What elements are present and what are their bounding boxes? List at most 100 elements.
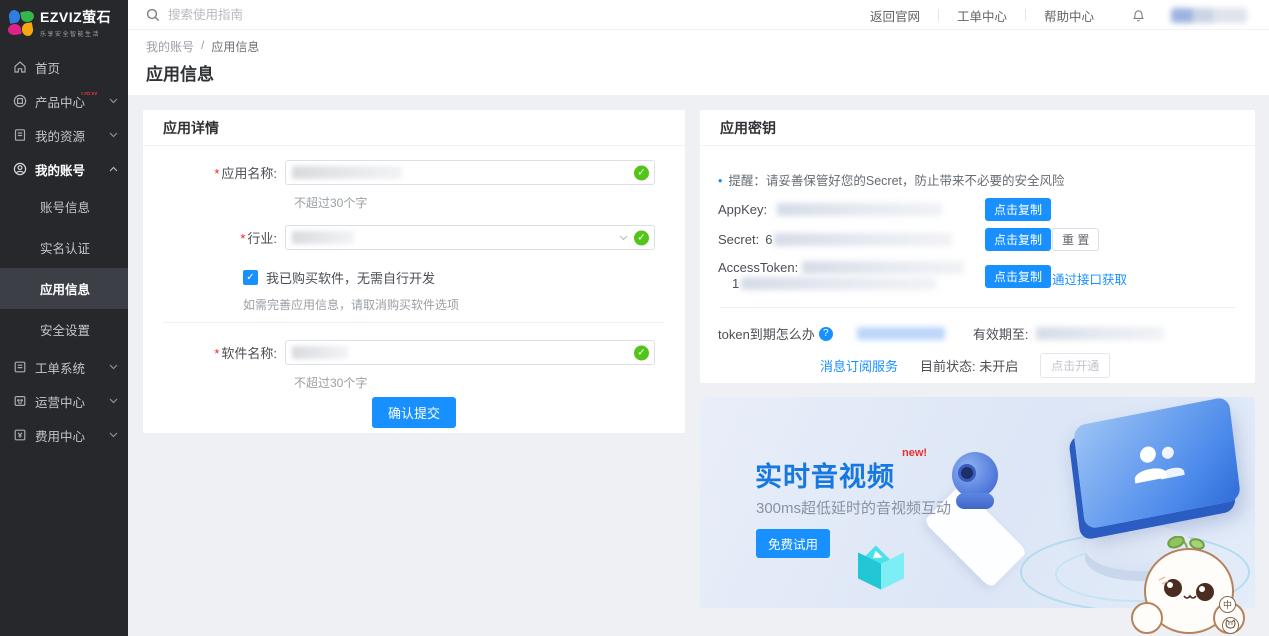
main-area: 返回官网 工单中心 帮助中心 我的账号 / 应用信息 应用信息	[128, 0, 1269, 636]
purchased-software-label: 我已购买软件，无需自行开发	[266, 268, 435, 287]
secret-label: Secret:	[718, 232, 759, 247]
secret-notice: •提醒：请妥善保管好您的Secret，防止带来不必要的安全风险	[718, 170, 1065, 189]
redacted-app-name	[292, 166, 402, 179]
chevron-down-icon	[619, 235, 628, 241]
fee-center-icon	[13, 428, 27, 442]
app-name-input[interactable]: ✓	[285, 160, 655, 185]
reset-secret-button[interactable]: 重 置	[1052, 228, 1099, 251]
banner-title: 实时音视频	[755, 455, 895, 494]
purchased-software-checkbox[interactable]: ✓	[243, 270, 258, 285]
app-keys-card-title: 应用密钥	[700, 110, 1255, 146]
get-via-api-link[interactable]: 通过接口获取	[1052, 269, 1127, 288]
mascot-character	[1129, 536, 1265, 636]
redacted-accesstoken-line2	[741, 277, 936, 290]
industry-label: *行业:	[143, 228, 285, 247]
sidebar-item-account[interactable]: 我的账号	[0, 152, 128, 186]
bell-icon	[1132, 8, 1145, 23]
software-name-hint: 不超过30个字	[294, 374, 367, 391]
search-icon	[146, 8, 160, 22]
sidebar-item-label: 我的资源	[35, 126, 101, 145]
sidebar-item-products[interactable]: 产品中心new	[0, 84, 128, 118]
submit-button[interactable]: 确认提交	[372, 397, 456, 428]
language-toggle-button[interactable]: 中	[1219, 596, 1236, 613]
secret-prefix: 6	[765, 232, 772, 247]
sidebar-item-fees[interactable]: 费用中心	[0, 418, 128, 452]
page-title: 应用信息	[146, 60, 214, 85]
copy-appkey-button[interactable]: 点击复制	[985, 198, 1051, 221]
copy-secret-button[interactable]: 点击复制	[985, 228, 1051, 251]
sidebar-item-label: 我的账号	[35, 160, 101, 179]
app-details-card: 应用详情 *应用名称: ✓ 不超过30个字 *行业: ✓	[143, 110, 685, 433]
banner-subtitle: 300ms超低延时的音视频互动	[756, 497, 951, 518]
submenu-item-real-name[interactable]: 实名认证	[0, 227, 128, 268]
search-input[interactable]	[168, 8, 468, 22]
chevron-down-icon	[109, 98, 118, 104]
camera-base	[956, 493, 994, 509]
resources-icon	[13, 128, 27, 142]
bullet-dot: •	[718, 174, 722, 188]
submenu-item-app-info[interactable]: 应用信息	[0, 268, 128, 309]
sidebar-item-label: 首页	[35, 58, 118, 77]
software-name-label: *软件名称:	[143, 343, 285, 362]
free-trial-button[interactable]: 免费试用	[756, 529, 830, 558]
token-expiry-question: token到期怎么办	[718, 324, 815, 343]
appkey-label: AppKey:	[718, 202, 767, 217]
workorder-icon	[13, 360, 27, 374]
redacted-software-name	[292, 346, 348, 359]
breadcrumb: 我的账号 / 应用信息	[146, 38, 259, 55]
product-center-icon	[13, 94, 27, 108]
notification-bell[interactable]	[1132, 8, 1145, 23]
sidebar-item-home[interactable]: 首页	[0, 50, 128, 84]
breadcrumb-current: 应用信息	[211, 38, 259, 55]
sidebar-item-operation[interactable]: 运营中心	[0, 384, 128, 418]
question-icon[interactable]: ?	[819, 327, 833, 341]
sidebar-item-label: 费用中心	[35, 426, 101, 445]
breadcrumb-parent[interactable]: 我的账号	[146, 38, 194, 55]
app-name-hint: 不超过30个字	[294, 194, 367, 211]
redacted-token-link[interactable]	[857, 327, 945, 340]
divider	[720, 307, 1235, 308]
top-header: 返回官网 工单中心 帮助中心 我的账号 / 应用信息 应用信息	[128, 0, 1269, 95]
app-keys-card: 应用密钥 •提醒：请妥善保管好您的Secret，防止带来不必要的安全风险 App…	[700, 110, 1255, 383]
cat-face-icon	[1225, 619, 1236, 629]
message-subscription-link[interactable]: 消息订阅服务	[820, 356, 898, 375]
chevron-down-icon	[109, 432, 118, 438]
cube-illustration	[858, 545, 904, 595]
sidebar-item-workorder[interactable]: 工单系统	[0, 350, 128, 384]
mascot-widget[interactable]	[1129, 536, 1265, 636]
chevron-down-icon	[109, 132, 118, 138]
checkbox-hint: 如需完善应用信息，请取消购买软件选项	[243, 296, 459, 313]
chevron-down-icon	[109, 398, 118, 404]
sidebar-item-resources[interactable]: 我的资源	[0, 118, 128, 152]
industry-select[interactable]: ✓	[285, 225, 655, 250]
software-name-input[interactable]: ✓	[285, 340, 655, 365]
redacted-appkey-value	[777, 203, 942, 216]
back-to-official-link[interactable]: 返回官网	[852, 6, 938, 25]
monitor-illustration	[1073, 397, 1241, 530]
top-links: 返回官网 工单中心 帮助中心	[852, 0, 1247, 30]
submenu-item-security[interactable]: 安全设置	[0, 309, 128, 350]
accesstoken-label: AccessToken:	[718, 260, 798, 275]
sidebar: EZVIZ萤石 乐享安全智能生活 首页 产品中心new 我的资源 我的账号	[0, 0, 128, 636]
breadcrumb-separator: /	[201, 38, 204, 55]
brand-logo[interactable]: EZVIZ萤石 乐享安全智能生活	[0, 0, 128, 44]
ezviz-logo-icon	[8, 10, 34, 36]
mascot-face-button[interactable]	[1222, 617, 1239, 634]
copy-accesstoken-button[interactable]: 点击复制	[985, 265, 1051, 288]
submenu-item-account-info[interactable]: 账号信息	[0, 186, 128, 227]
chevron-up-icon	[109, 166, 118, 172]
chevron-down-icon	[109, 364, 118, 370]
account-submenu: 账号信息 实名认证 应用信息 安全设置	[0, 186, 128, 350]
brand-name: EZVIZ萤石	[40, 7, 111, 27]
sidebar-item-label: 产品中心	[35, 96, 85, 110]
sidebar-item-label: 工单系统	[35, 358, 101, 377]
open-subscription-button[interactable]: 点击开通	[1040, 353, 1110, 378]
help-center-link[interactable]: 帮助中心	[1026, 6, 1112, 25]
home-icon	[13, 60, 27, 74]
divider	[163, 322, 665, 323]
app-name-label: *应用名称:	[143, 163, 285, 182]
workorder-center-link[interactable]: 工单中心	[939, 6, 1025, 25]
banner-new-badge: new!	[902, 447, 927, 459]
user-account-menu[interactable]	[1171, 8, 1247, 23]
validity-label: 有效期至:	[973, 324, 1029, 343]
